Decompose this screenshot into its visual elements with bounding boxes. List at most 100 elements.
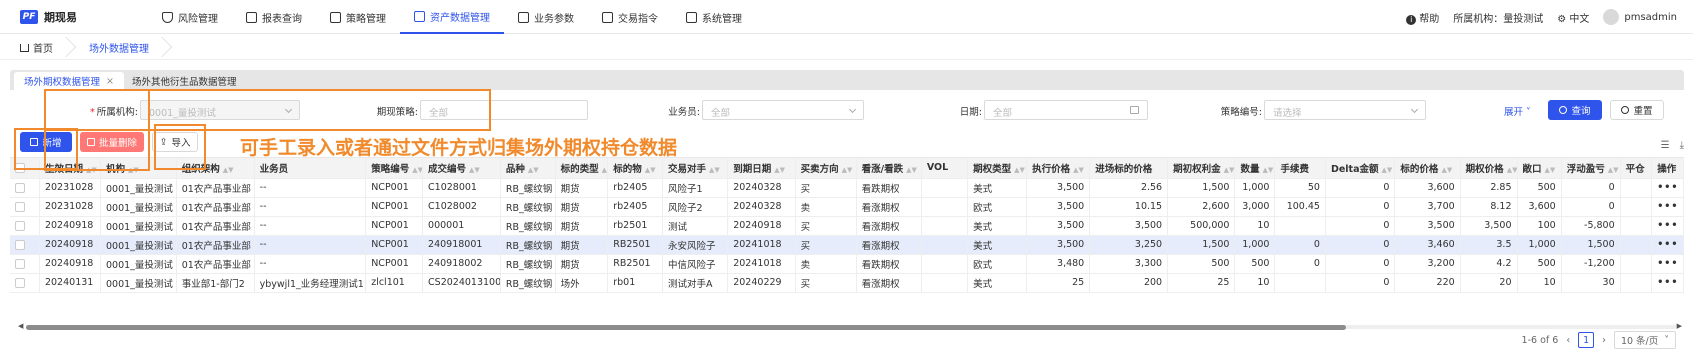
table-cell: 500,000 [1167,216,1236,236]
app-logo[interactable]: PF 期现易 [20,9,77,25]
table-cell: 3,600 [1394,178,1461,198]
column-header[interactable]: 策略编号 ▲▼ [365,158,424,179]
strategy-code-select[interactable]: 请选择 [1264,100,1426,120]
staff-select[interactable]: 全部 [702,100,864,120]
prev-page-icon[interactable]: ‹ [1566,335,1570,346]
help-link[interactable]: i 帮助 [1406,10,1439,25]
row-actions-icon[interactable]: ••• [1651,197,1684,217]
column-header[interactable]: 数量 ▲▼ [1234,158,1276,179]
scroll-thumb[interactable] [26,325,1346,330]
pagination-total: 1-6 of 6 [1521,334,1559,346]
import-button[interactable]: ⇪ 导入 [152,132,198,152]
row-checkbox[interactable] [10,178,40,198]
tab-otc-other-derivatives[interactable]: 场外其他衍生品数据管理 [122,72,247,90]
select-all-checkbox[interactable] [10,158,40,179]
column-header[interactable]: 交易对手 ▲▼ [662,158,729,179]
download-icon[interactable]: ⤓ [1680,140,1684,152]
column-header[interactable]: 进场标的价格 [1089,158,1169,179]
date-picker[interactable]: 全部 [984,100,1148,120]
page-1[interactable]: 1 [1578,332,1595,348]
table-cell: 期货 [555,197,609,217]
column-header[interactable]: 平仓 [1620,158,1653,179]
column-header[interactable]: 期权价格 ▲▼ [1460,158,1518,179]
row-actions-icon[interactable]: ••• [1651,216,1684,236]
column-header[interactable]: 品种 ▲▼ [500,158,556,179]
horizontal-scrollbar[interactable]: ◀ ▶ [18,322,1682,330]
scroll-left-icon[interactable]: ◀ [18,322,23,330]
column-header[interactable]: 手续费 [1274,158,1326,179]
row-checkbox[interactable] [10,273,40,293]
tab-otc-options[interactable]: 场外期权数据管理 × [14,72,124,90]
table-row[interactable]: 20240918 0001_量投测试 01农产品事业部 -- NCP001 000001 R… [10,216,1684,236]
table-cell: 20240918 [39,254,102,274]
table-row[interactable]: 20240131 0001_量投测试 事业部1-部门2 ybywjl1_业务经理测试1… [10,273,1684,293]
sort-icon: ▲▼ [1544,165,1556,174]
row-actions-icon[interactable]: ••• [1651,235,1684,255]
column-header[interactable]: 敞口 ▲▼ [1517,158,1562,179]
breadcrumb-current[interactable]: 场外数据管理 [69,36,173,60]
table-cell: rb01 [607,273,663,293]
row-checkbox[interactable] [10,235,40,255]
row-actions-icon[interactable]: ••• [1651,178,1684,198]
column-header[interactable]: VOL [921,158,969,179]
table-cell: -1,200 [1561,254,1621,274]
breadcrumb-home[interactable]: 首页 [0,36,77,60]
nav-item-asset-data[interactable]: 资产数据管理 [400,0,504,34]
table-row[interactable]: 20231028 0001_量投测试 01农产品事业部 -- NCP001 C102800… [10,197,1684,217]
next-page-icon[interactable]: › [1602,335,1606,346]
page-size-select[interactable]: 10 条/页 ˅ [1613,331,1676,349]
table-row[interactable]: 20240918 0001_量投测试 01农产品事业部 -- NCP001 2409180… [10,235,1684,255]
table-cell: 期货 [555,216,609,236]
column-header[interactable]: 执行价格 ▲▼ [1026,158,1091,179]
reset-button[interactable]: 重置 [1610,100,1664,120]
column-header[interactable]: 到期日期 ▲▼ [727,158,796,179]
query-button[interactable]: 查询 [1548,100,1602,120]
table-cell: 2,600 [1167,197,1236,217]
nav-item-strategy[interactable]: 策略管理 [316,0,400,34]
row-checkbox[interactable] [10,197,40,217]
column-header[interactable]: 标的物 ▲▼ [607,158,663,179]
table-cell: 3,500 [1460,216,1518,236]
expand-toggle[interactable]: 展开 ˅ [1504,104,1531,118]
row-checkbox[interactable] [10,254,40,274]
column-header[interactable]: 生效日期 ▲▼ [39,158,102,179]
column-header[interactable]: Delta金额 ▲▼ [1325,158,1396,179]
user-menu[interactable]: pmsadmin [1603,9,1677,25]
batch-delete-button[interactable]: 批量删除 [80,132,144,152]
table-cell: C1028001 [422,178,501,198]
column-header[interactable]: 业务员 [254,158,367,179]
column-header[interactable]: 标的价格 ▲▼ [1394,158,1461,179]
row-actions-icon[interactable]: ••• [1651,254,1684,274]
table-cell: 3,460 [1394,235,1461,255]
close-icon[interactable]: × [106,76,114,87]
nav-item-trade-orders[interactable]: 交易指令 [588,0,672,34]
staff-filter-label: 业务员: [668,107,700,118]
column-header[interactable]: 买卖方向 ▲▼ [795,158,857,179]
nav-item-params[interactable]: 业务参数 [504,0,588,34]
nav-item-system[interactable]: 系统管理 [672,0,756,34]
table-cell: 000001 [422,216,501,236]
row-checkbox[interactable] [10,216,40,236]
add-button[interactable]: 新增 [20,132,72,152]
table-cell: 0001_量投测试 [100,178,177,198]
column-header[interactable]: 期权类型 ▲▼ [967,158,1028,179]
column-header[interactable]: 机构 ▲▼ [100,158,177,179]
column-header[interactable]: 组织架构 ▲▼ [176,158,255,179]
sort-icon: ▲▼ [1014,165,1025,174]
table-cell: 卖 [795,254,857,274]
table-row[interactable]: 20231028 0001_量投测试 01农产品事业部 -- NCP001 C102800… [10,178,1684,198]
column-header[interactable]: 期初权利金 ▲▼ [1167,158,1236,179]
strategy-input[interactable]: 全部 [420,100,588,120]
column-settings-icon[interactable]: ☰ [1661,140,1670,152]
column-header[interactable]: 看涨/看跌 ▲▼ [856,158,922,179]
nav-item-risk[interactable]: 风险管理 [148,0,232,34]
org-select[interactable]: 0001_量投测试 [140,100,300,120]
table-row[interactable]: 20240918 0001_量投测试 01农产品事业部 -- NCP001 2409180… [10,254,1684,274]
column-header[interactable]: 成交编号 ▲▼ [422,158,501,179]
row-actions-icon[interactable]: ••• [1651,273,1684,293]
column-header[interactable]: 标的类型▲▼ [555,158,609,179]
column-header[interactable]: 浮动盈亏 ▲▼ [1561,158,1621,179]
nav-item-reports[interactable]: 报表查询 [232,0,316,34]
scroll-right-icon[interactable]: ▶ [1677,322,1682,330]
language-switch[interactable]: ⚙ 中文 [1557,10,1589,25]
